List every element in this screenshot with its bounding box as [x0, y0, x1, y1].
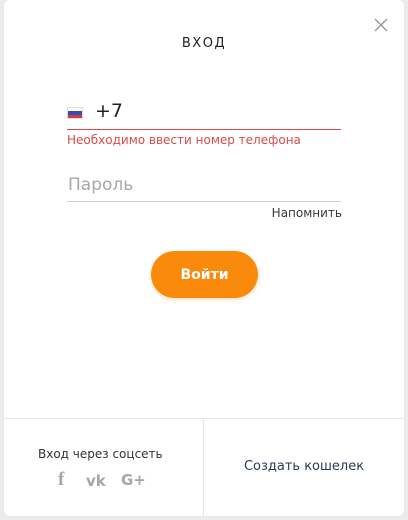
password-input[interactable]: [67, 168, 341, 201]
social-login-section: Вход через соцсеть f vk G+: [4, 419, 204, 517]
login-button[interactable]: Войти: [151, 251, 258, 298]
phone-error-message: Необходимо ввести номер телефона: [67, 133, 301, 147]
login-modal: ВХОД +7 Необходимо ввести номер телефона…: [4, 0, 404, 517]
russia-flag-icon: [67, 107, 83, 119]
remind-password-link[interactable]: Напомнить: [272, 206, 342, 220]
close-icon[interactable]: [372, 16, 390, 34]
password-field[interactable]: [67, 168, 341, 202]
phone-input[interactable]: +7: [95, 100, 123, 122]
social-login-label: Вход через соцсеть: [38, 447, 163, 461]
google-plus-icon[interactable]: G+: [121, 471, 146, 489]
modal-footer: Вход через соцсеть f vk G+ Создать кошел…: [4, 418, 404, 517]
phone-field[interactable]: +7: [67, 97, 341, 130]
modal-title: ВХОД: [181, 36, 227, 51]
vk-icon[interactable]: vk: [86, 472, 106, 490]
create-wallet-link[interactable]: Создать кошелек: [204, 419, 404, 517]
facebook-icon[interactable]: f: [58, 469, 64, 491]
